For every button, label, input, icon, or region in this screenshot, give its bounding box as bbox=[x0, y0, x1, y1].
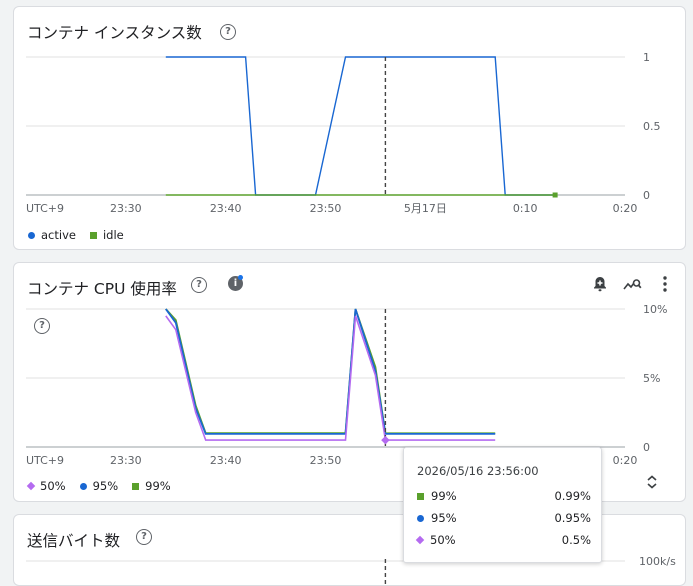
x-tick-label: 23:40 bbox=[210, 454, 242, 467]
hover-tooltip: 2026/05/16 23:56:00 99% 0.99% 95% 0.95% … bbox=[403, 447, 602, 563]
unfold-icon[interactable] bbox=[645, 474, 659, 490]
x-tick-label: 0:20 bbox=[613, 202, 638, 215]
tooltip-label: 50% bbox=[430, 533, 456, 547]
tooltip-row: 95% 0.95% bbox=[417, 511, 591, 525]
x-tick-label: 23:50 bbox=[310, 454, 342, 467]
tooltip-row: 99% 0.99% bbox=[417, 489, 591, 503]
x-tick-label: 5月17日 bbox=[404, 202, 447, 215]
x-tick-label: 23:50 bbox=[310, 202, 342, 215]
x-tick-label: 0:10 bbox=[513, 202, 538, 215]
legend-item-idle[interactable]: idle bbox=[89, 228, 124, 242]
legend-item-active[interactable]: active bbox=[28, 228, 76, 242]
y-tick-label: 5% bbox=[643, 372, 660, 385]
tooltip-value: 0.99% bbox=[554, 489, 591, 503]
y-tick-label: 0 bbox=[643, 441, 650, 454]
tooltip-date: 2026/05/16 23:56:00 bbox=[417, 464, 539, 478]
legend-label: active bbox=[41, 228, 76, 242]
legend-label: 50% bbox=[40, 479, 66, 493]
tooltip-value: 0.95% bbox=[554, 511, 591, 525]
cpu-legend: 50% 95% 99% bbox=[26, 479, 171, 493]
p95-marker-icon bbox=[79, 482, 87, 490]
legend-label: 99% bbox=[145, 479, 171, 493]
p99-marker-icon bbox=[132, 482, 140, 490]
y-tick-label: 0.5 bbox=[643, 120, 661, 133]
tooltip-value: 0.5% bbox=[561, 533, 591, 547]
instances-chart[interactable]: 0 0.5 1 UTC+9 23:30 23:40 23:50 5月17日 0:10 0:20 bbox=[14, 7, 685, 249]
x-tick-label: 23:30 bbox=[110, 202, 142, 215]
x-tick-label: 23:40 bbox=[210, 202, 242, 215]
y-tick-label: 0 bbox=[643, 189, 650, 202]
legend-label: 95% bbox=[92, 479, 119, 493]
instances-legend: active idle bbox=[28, 228, 124, 242]
p50-marker-icon bbox=[415, 535, 425, 545]
p95-marker-icon bbox=[417, 514, 424, 522]
tooltip-row: 50% 0.5% bbox=[415, 533, 591, 547]
y-tick-label: 1 bbox=[643, 51, 650, 64]
idle-point-marker bbox=[552, 192, 558, 198]
legend-item-p95[interactable]: 95% bbox=[79, 479, 119, 493]
legend-label: idle bbox=[102, 228, 124, 242]
y-tick-label: 10% bbox=[643, 303, 667, 316]
active-marker-icon bbox=[28, 231, 35, 239]
p99-marker-icon bbox=[417, 492, 424, 500]
tooltip-label: 95% bbox=[431, 511, 457, 525]
x-tick-label: 0:20 bbox=[613, 454, 638, 467]
y-tick-label: 100k/s bbox=[639, 555, 676, 568]
idle-marker-icon bbox=[89, 231, 97, 239]
series-line-95pct bbox=[165, 308, 496, 435]
legend-item-p99[interactable]: 99% bbox=[132, 479, 171, 493]
p50-marker-icon bbox=[26, 481, 36, 491]
tooltip-label: 99% bbox=[431, 489, 457, 503]
x-tick-label: UTC+9 bbox=[26, 202, 64, 215]
instances-card: コンテナ インスタンス数 ? 0 0.5 1 UTC+9 23:30 23:40 23:50… bbox=[13, 6, 686, 250]
p50-hover-marker bbox=[381, 435, 390, 445]
legend-item-p50[interactable]: 50% bbox=[26, 479, 66, 493]
x-tick-label: 23:30 bbox=[110, 454, 142, 467]
series-line-99pct bbox=[165, 308, 496, 435]
x-tick-label: UTC+9 bbox=[26, 454, 64, 467]
